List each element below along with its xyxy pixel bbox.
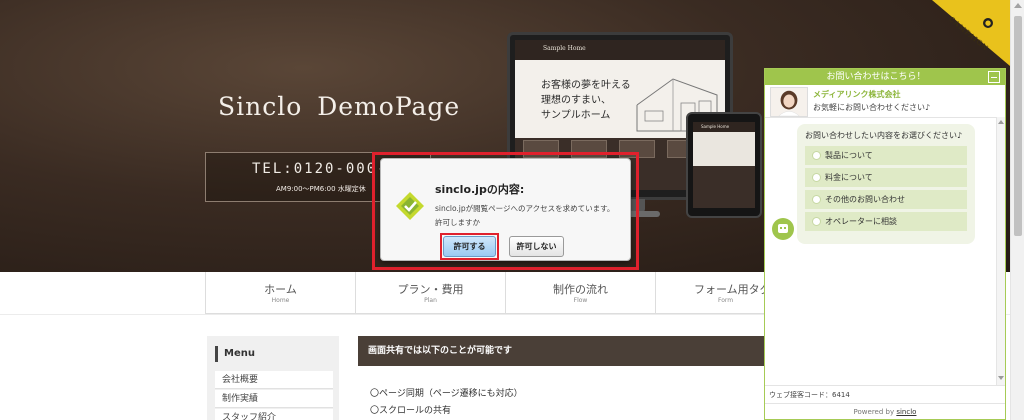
chat-body: お問い合わせしたい内容をお選びください♪ 製品について 料金について その他のお… (765, 117, 996, 383)
content-line: 〇スクロールの共有 (370, 406, 452, 416)
bot-eye (784, 227, 786, 229)
content-heading: 画面共有では以下のことが可能です (358, 336, 765, 366)
chat-header-title: お問い合わせはこちら！ (826, 72, 926, 82)
minimize-bar (991, 77, 997, 78)
tablet-header: Sample Home (693, 122, 755, 132)
nav-sublabel: Flow (573, 297, 588, 304)
bot-eye (780, 227, 782, 229)
tablet-mockup: Sample Home (686, 112, 762, 218)
radio-icon (812, 217, 821, 226)
deny-button[interactable]: 許可しない (509, 236, 564, 257)
chat-option-other[interactable]: その他のお問い合わせ (805, 190, 967, 209)
nav-label: 制作の流れ (553, 283, 608, 296)
shield-check-logo-icon (396, 192, 424, 220)
nav-sublabel: Plan (424, 297, 437, 304)
scroll-up-arrow-icon[interactable] (1014, 3, 1022, 8)
nav-label: フォーム用タグ (694, 283, 765, 296)
nav-item-plan[interactable]: プラン・費用 Plan (355, 272, 505, 314)
side-menu: Menu 会社概要 制作実績 スタッフ紹介 (207, 336, 339, 420)
powered-by-link[interactable]: sinclo (896, 408, 916, 416)
radio-icon (812, 195, 821, 204)
chat-option-label: 料金について (825, 173, 873, 182)
side-menu-item-works[interactable]: 制作実績 (215, 390, 333, 408)
nav-label: ホーム (264, 283, 297, 296)
chat-message-bubble: お問い合わせしたい内容をお選びください♪ 製品について 料金について その他のお… (797, 124, 975, 244)
site-title: Sinclo DemoPage (218, 92, 461, 121)
mockup-copy-line: お客様の夢を叶える (541, 80, 631, 91)
radio-icon (812, 151, 821, 160)
chat-option-label: 製品について (825, 151, 873, 160)
dialog-title: sinclo.jpの内容: (435, 183, 525, 196)
nav-item-flow[interactable]: 制作の流れ Flow (505, 272, 655, 314)
nav-item-home[interactable]: ホーム Home (205, 272, 355, 314)
powered-by-prefix: Powered by (853, 408, 895, 416)
campaign-ribbon[interactable]: ● CAMPAIGN (932, 0, 1010, 66)
side-menu-heading: Menu (215, 346, 255, 362)
side-menu-item-staff[interactable]: スタッフ紹介 (215, 409, 333, 420)
chat-question: お問い合わせしたい内容をお選びください♪ (805, 131, 963, 140)
chat-option-product[interactable]: 製品について (805, 146, 967, 165)
mockup-copy: お客様の夢を叶える 理想のすまい、 サンプルホーム (541, 78, 631, 123)
scrollbar-thumb[interactable] (1014, 16, 1022, 236)
nav-sublabel: Home (271, 297, 290, 304)
nav-sublabel: Form (718, 297, 734, 304)
chat-widget: お問い合わせはこちら！ メディアリンク株式会社 お気軽にお問い合わせください♪ … (764, 68, 1006, 420)
mockup-copy-line: 理想のすまい、 (541, 95, 611, 106)
tablet-screen: Sample Home (693, 122, 755, 208)
global-nav: ホーム Home プラン・費用 Plan 制作の流れ Flow フォーム用タグ … (205, 272, 765, 314)
campaign-icon: ● (983, 18, 993, 28)
tablet-logo: Sample Home (701, 124, 730, 129)
chat-option-label: オペレーターに相談 (825, 217, 897, 226)
chat-option-pricing[interactable]: 料金について (805, 168, 967, 187)
nav-label: プラン・費用 (397, 283, 464, 296)
chat-option-label: その他のお問い合わせ (825, 195, 905, 204)
web-service-code: ウェブ接客コード：6414 (765, 385, 1005, 403)
side-menu-item-company[interactable]: 会社概要 (215, 371, 333, 389)
mockup-header: Sample Home (515, 40, 725, 60)
dialog-question: 許可しますか (435, 218, 480, 227)
nav-item-form[interactable]: フォーム用タグ Form (655, 272, 765, 314)
avatar (770, 87, 808, 117)
chat-header[interactable]: お問い合わせはこちら！ (765, 69, 1005, 85)
operator-bot-icon (772, 218, 794, 240)
dialog-message: sinclo.jpが閲覧ページへのアクセスを求めています。 (435, 204, 615, 213)
chat-scrollbar[interactable] (996, 117, 1005, 385)
minimize-icon[interactable] (988, 71, 1000, 83)
scroll-up-arrow-icon[interactable] (998, 120, 1004, 124)
chat-company-area: メディアリンク株式会社 お気軽にお問い合わせください♪ (765, 85, 1005, 117)
powered-by: Powered by sinclo (765, 403, 1005, 419)
tablet-footer (693, 166, 755, 208)
radio-icon (812, 173, 821, 182)
chat-option-operator[interactable]: オペレーターに相談 (805, 212, 967, 231)
mockup-copy-line: サンプルホーム (541, 110, 611, 121)
mockup-logo: Sample Home (543, 45, 586, 52)
chat-greeting: お気軽にお問い合わせください♪ (813, 103, 931, 112)
bot-face (778, 224, 788, 233)
allow-button[interactable]: 許可する (443, 236, 496, 257)
scroll-down-arrow-icon[interactable] (998, 376, 1004, 380)
business-hours: AM9:00～PM6:00 水曜定休 (276, 185, 366, 193)
chat-company-name: メディアリンク株式会社 (813, 90, 901, 99)
page-scrollbar[interactable] (1010, 0, 1024, 420)
content-line: 〇ページ同期（ページ遷移にも対応） (370, 389, 523, 399)
permission-dialog: sinclo.jpの内容: sinclo.jpが閲覧ページへのアクセスを求めてい… (380, 158, 631, 261)
